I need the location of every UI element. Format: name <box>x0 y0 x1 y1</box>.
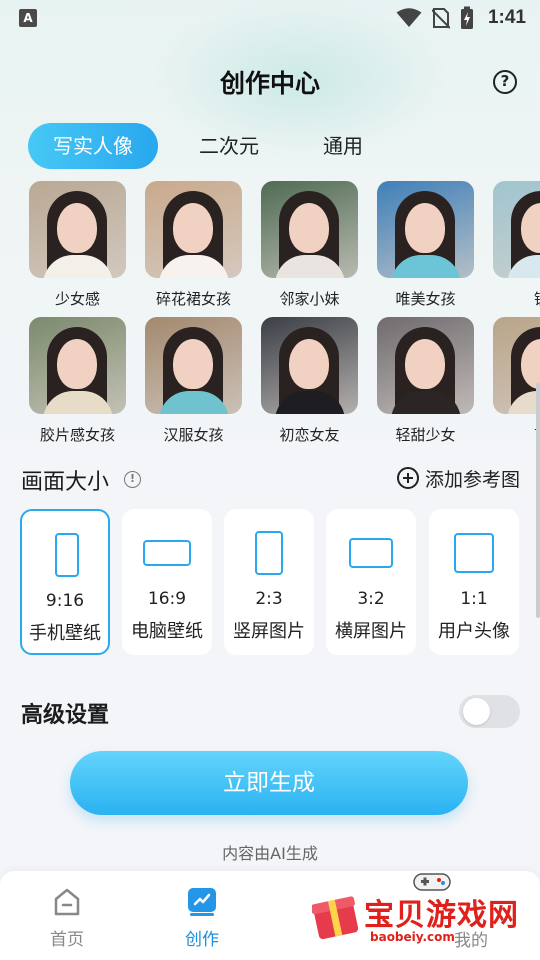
portrait-face <box>289 339 329 389</box>
style-label: 少女感 <box>54 290 100 308</box>
style-thumbnail <box>145 181 242 278</box>
style-thumbnail <box>145 317 242 414</box>
portrait-face <box>57 203 97 253</box>
portrait-frame-icon <box>255 531 283 575</box>
square-frame-icon <box>454 533 494 573</box>
portrait-face <box>405 203 445 253</box>
generate-button[interactable]: 立即生成 <box>70 751 468 815</box>
ratio-name: 手机壁纸 <box>29 623 101 644</box>
ratio-value: 1:1 <box>460 589 488 609</box>
style-thumbnail <box>377 181 474 278</box>
watermark: 宝贝游戏网 baobeiy.com 我的 <box>312 868 532 960</box>
advanced-settings-title: 高级设置 <box>21 703 110 728</box>
style-label: 苗 <box>493 424 540 445</box>
plus-circle-icon <box>396 467 419 489</box>
portrait-face <box>289 203 329 253</box>
landscape-frame-icon <box>349 538 393 568</box>
gift-box-icon <box>312 896 359 940</box>
no-sim-icon <box>431 8 450 29</box>
style-grid: 少女感 碎花裙女孩 邻家小妹 唯美女孩 镜胶片感女孩 汉服女孩 初恋女友 轻甜少女 苗 <box>29 181 540 446</box>
create-icon <box>188 888 216 916</box>
scrollbar[interactable] <box>536 383 540 618</box>
canvas-size-title: 画面大小 <box>21 470 110 495</box>
style-thumbnail <box>29 181 126 278</box>
nav-item-create[interactable]: 创作 <box>157 871 247 960</box>
add-reference-button[interactable]: 添加参考图 <box>396 464 520 492</box>
portrait-face <box>173 339 213 389</box>
help-icon[interactable]: ? <box>493 70 517 94</box>
landscape-frame-icon <box>143 540 191 566</box>
style-label: 碎花裙女孩 <box>155 290 231 308</box>
portrait-face <box>57 339 97 389</box>
ratio-option-1-1[interactable]: 1:1 用户头像 <box>429 509 519 655</box>
ai-generated-note: 内容由AI生成 <box>222 844 318 863</box>
ratio-value: 3:2 <box>357 589 385 609</box>
style-thumbnail <box>29 317 126 414</box>
style-card[interactable]: 轻甜少女 <box>377 317 474 445</box>
ratio-option-3-2[interactable]: 3:2 横屏图片 <box>326 509 416 655</box>
status-time: 1:41 <box>487 7 526 28</box>
status-bar: A 1:41 <box>0 0 540 36</box>
battery-charging-icon <box>460 6 473 29</box>
ratio-option-16-9[interactable]: 16:9 电脑壁纸 <box>122 509 212 655</box>
gamepad-icon <box>413 873 451 891</box>
page-title: 创作中心 <box>219 69 320 98</box>
home-icon <box>54 888 80 916</box>
ratio-value: 2:3 <box>255 589 283 609</box>
ratio-name: 竖屏图片 <box>233 621 305 642</box>
style-card[interactable]: 胶片感女孩 <box>29 317 126 445</box>
status-icons: 1:41 <box>396 5 526 31</box>
ratio-value: 16:9 <box>147 589 187 609</box>
style-card[interactable]: 初恋女友 <box>261 317 358 445</box>
style-label: 胶片感女孩 <box>39 426 115 444</box>
nav-label-mine-partial[interactable]: 我的 <box>454 926 488 951</box>
category-tabs: 写实人像 二次元 通用 <box>28 123 386 169</box>
style-label: 唯美女孩 <box>395 290 456 308</box>
ratio-name: 电脑壁纸 <box>131 621 203 642</box>
portrait-frame-icon <box>55 533 79 577</box>
app-notification-icon: A <box>19 9 37 27</box>
wifi-icon <box>396 8 422 27</box>
style-thumbnail <box>377 317 474 414</box>
portrait-face <box>173 203 213 253</box>
add-reference-label: 添加参考图 <box>424 468 520 491</box>
style-thumbnail <box>261 181 358 278</box>
style-card[interactable]: 邻家小妹 <box>261 181 358 309</box>
toggle-knob <box>463 698 490 725</box>
style-thumbnail <box>493 317 540 414</box>
style-label: 轻甜少女 <box>395 426 456 444</box>
tab-realistic-portrait[interactable]: 写实人像 <box>28 123 158 169</box>
ratio-option-9-16[interactable]: 9:16 手机壁纸 <box>20 509 110 655</box>
tab-general[interactable]: 通用 <box>300 123 386 169</box>
tab-anime[interactable]: 二次元 <box>158 123 300 169</box>
ratio-value: 9:16 <box>45 591 85 611</box>
nav-label-create: 创作 <box>185 930 219 950</box>
portrait-face <box>405 339 445 389</box>
style-label: 镜 <box>493 288 540 309</box>
style-label: 初恋女友 <box>279 426 340 444</box>
watermark-text: 宝贝游戏网 <box>364 898 519 933</box>
info-icon[interactable]: ! <box>124 471 141 488</box>
ratio-option-2-3[interactable]: 2:3 竖屏图片 <box>224 509 314 655</box>
style-card[interactable]: 苗 <box>493 317 540 445</box>
style-card[interactable]: 镜 <box>493 181 540 309</box>
advanced-settings-toggle[interactable] <box>459 695 520 728</box>
style-label: 汉服女孩 <box>163 426 224 444</box>
ratio-name: 用户头像 <box>438 621 510 642</box>
style-thumbnail <box>493 181 540 278</box>
style-card[interactable]: 汉服女孩 <box>145 317 242 445</box>
nav-label-home: 首页 <box>50 930 84 950</box>
style-label: 邻家小妹 <box>279 290 340 308</box>
watermark-url: baobeiy.com <box>370 930 455 944</box>
style-thumbnail <box>261 317 358 414</box>
style-card[interactable]: 少女感 <box>29 181 126 309</box>
ratio-name: 横屏图片 <box>335 621 407 642</box>
nav-item-home[interactable]: 首页 <box>22 871 112 960</box>
style-card[interactable]: 碎花裙女孩 <box>145 181 242 309</box>
style-card[interactable]: 唯美女孩 <box>377 181 474 309</box>
